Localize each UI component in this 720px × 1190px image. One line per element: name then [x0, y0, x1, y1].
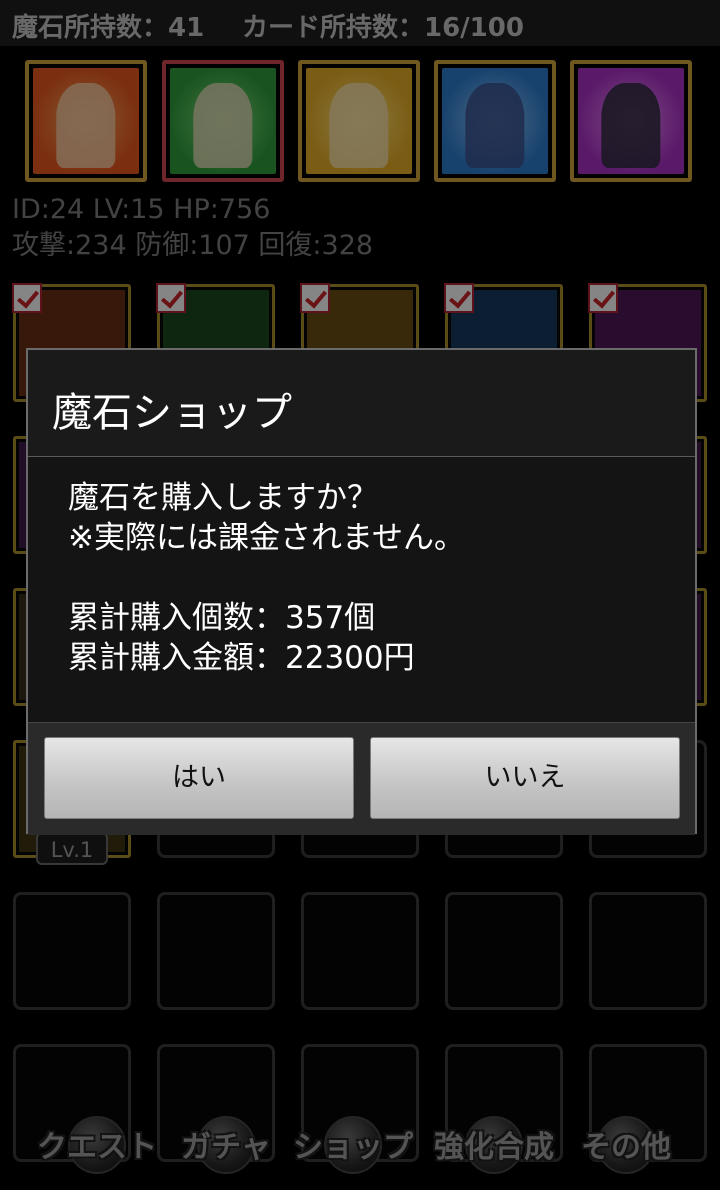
dialog-message: 魔石を購入しますか？ ※実際には課金されません。 累計購入個数：357個 累計購…	[68, 478, 465, 678]
dialog-title: 魔石ショップ	[52, 390, 292, 436]
magic-stone-shop-dialog: 魔石ショップ 魔石を購入しますか？ ※実際には課金されません。 累計購入個数：3…	[26, 348, 697, 835]
total-purchase-amount: 累計購入金額：22300円	[68, 640, 415, 676]
yes-button[interactable]: はい	[44, 737, 354, 819]
purchase-question: 魔石を購入しますか？	[68, 480, 378, 516]
no-button[interactable]: いいえ	[370, 737, 680, 819]
total-purchase-count: 累計購入個数：357個	[68, 600, 376, 636]
no-charge-note: ※実際には課金されません。	[68, 520, 466, 556]
dialog-button-bar: はい いいえ	[28, 722, 695, 835]
dialog-header: 魔石ショップ	[28, 350, 695, 457]
